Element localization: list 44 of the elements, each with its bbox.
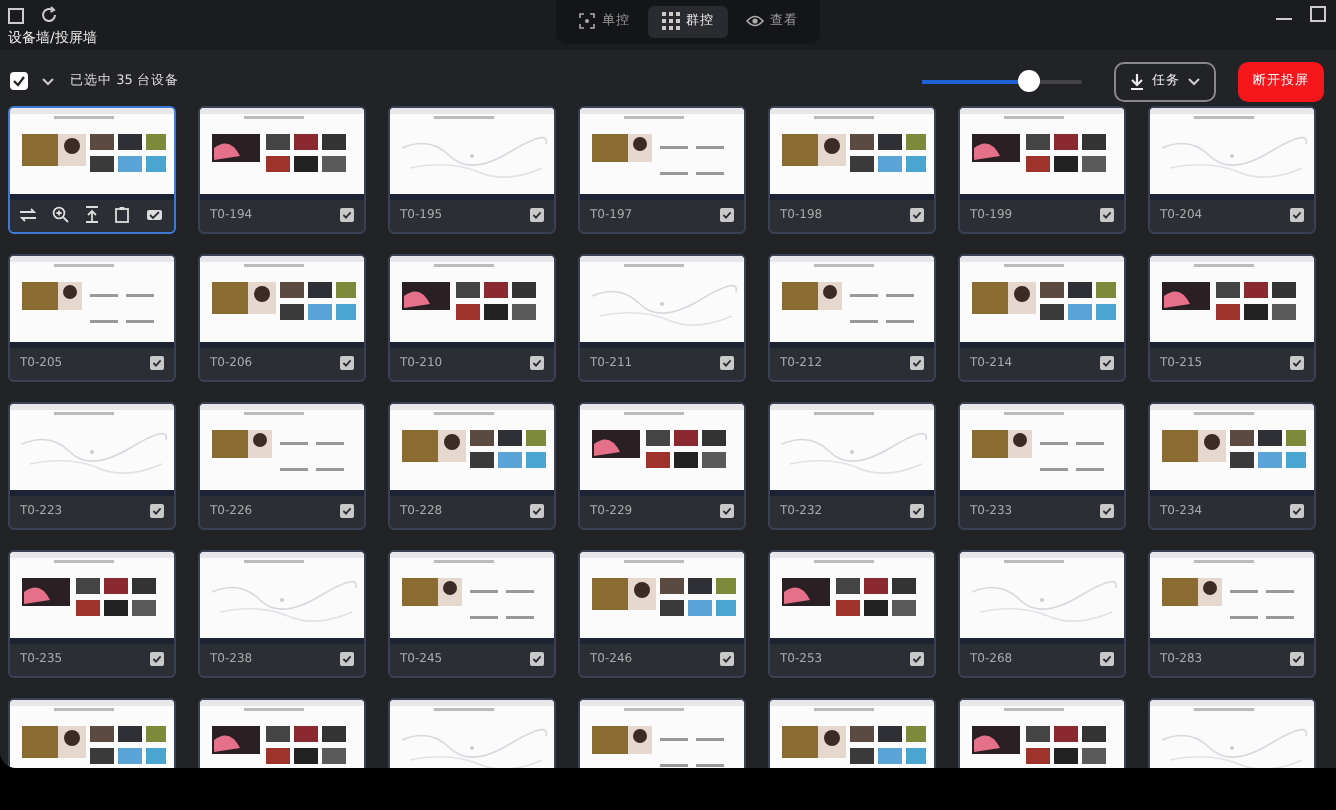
device-checkbox[interactable] bbox=[340, 652, 354, 666]
device-checkbox[interactable] bbox=[910, 652, 924, 666]
download-icon bbox=[1130, 73, 1144, 89]
device-checkbox[interactable] bbox=[530, 652, 544, 666]
refresh-icon[interactable] bbox=[40, 6, 58, 24]
upload-icon[interactable] bbox=[83, 206, 101, 224]
device-checkbox[interactable] bbox=[530, 356, 544, 370]
device-checkbox[interactable] bbox=[910, 504, 924, 518]
window-icon[interactable] bbox=[8, 7, 24, 23]
device-checkbox[interactable] bbox=[340, 356, 354, 370]
device-checkbox[interactable] bbox=[720, 504, 734, 518]
select-all-checkbox[interactable] bbox=[10, 72, 28, 90]
device-checkbox[interactable] bbox=[1100, 208, 1114, 222]
focus-icon bbox=[578, 12, 596, 31]
device-card[interactable] bbox=[8, 105, 176, 233]
eye-icon bbox=[746, 12, 764, 31]
device-checkbox[interactable] bbox=[720, 652, 734, 666]
screen-check-icon[interactable] bbox=[146, 206, 164, 224]
zoom-in-icon[interactable] bbox=[51, 206, 70, 224]
device-checkbox[interactable] bbox=[150, 652, 164, 666]
device-checkbox[interactable] bbox=[530, 504, 544, 518]
device-checkbox[interactable] bbox=[1290, 356, 1304, 370]
slider-thumb[interactable] bbox=[1017, 69, 1040, 91]
device-checkbox[interactable] bbox=[910, 356, 924, 370]
device-checkbox[interactable] bbox=[1290, 504, 1304, 518]
chevron-icon[interactable] bbox=[42, 75, 54, 87]
maximize-icon[interactable] bbox=[1310, 6, 1326, 22]
device-checkbox[interactable] bbox=[530, 208, 544, 222]
swap-icon[interactable] bbox=[20, 206, 38, 224]
device-checkbox[interactable] bbox=[1100, 356, 1114, 370]
device-checkbox[interactable] bbox=[910, 208, 924, 222]
device-checkbox[interactable] bbox=[1100, 504, 1114, 518]
device-checkbox[interactable] bbox=[340, 504, 354, 518]
clipboard-icon[interactable] bbox=[114, 206, 133, 224]
device-checkbox[interactable] bbox=[1290, 208, 1304, 222]
device-checkbox[interactable] bbox=[720, 356, 734, 370]
device-checkbox[interactable] bbox=[340, 208, 354, 222]
device-checkbox[interactable] bbox=[1100, 652, 1114, 666]
device-checkbox[interactable] bbox=[150, 356, 164, 370]
caret-icon bbox=[1188, 75, 1200, 87]
device-checkbox[interactable] bbox=[720, 208, 734, 222]
device-checkbox[interactable] bbox=[150, 504, 164, 518]
grid-icon bbox=[662, 12, 680, 31]
device-checkbox[interactable] bbox=[1290, 652, 1304, 666]
